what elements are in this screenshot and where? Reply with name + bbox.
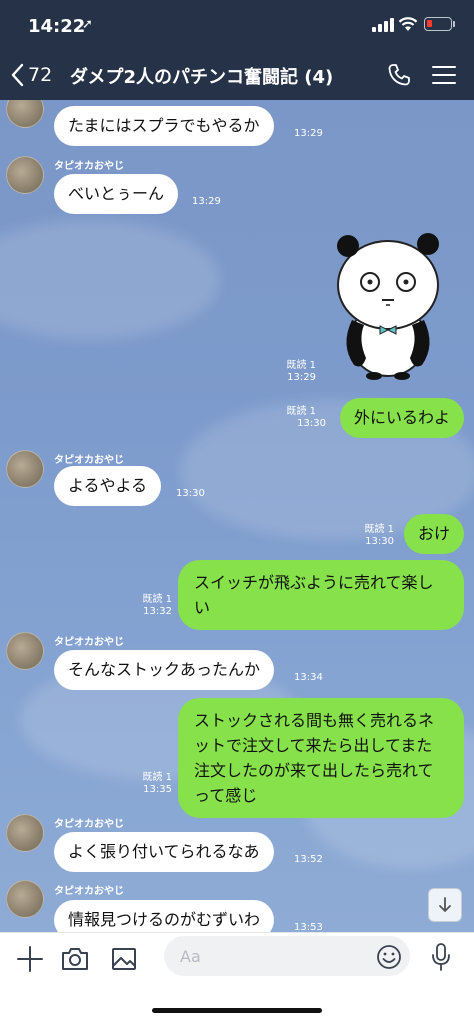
message-bubble[interactable]: よるやよる	[54, 466, 162, 506]
message-time: 13:30	[297, 418, 326, 429]
read-receipt: 既読 1	[142, 594, 172, 605]
message-bubble[interactable]: よく張り付いてられるなあ	[54, 832, 274, 872]
panda-sticker[interactable]	[330, 230, 448, 380]
message-input[interactable]	[164, 936, 410, 976]
read-receipt: 既読 1	[142, 772, 172, 783]
signal-icon	[372, 18, 394, 32]
message-bubble[interactable]: おけ	[403, 514, 464, 554]
message-time: 13:32	[143, 606, 172, 617]
location-icon: ➚	[82, 17, 93, 32]
message-time: 13:53	[294, 922, 323, 932]
sender-name: タピオカおやじ	[54, 637, 124, 648]
camera-icon[interactable]	[60, 945, 90, 973]
read-receipt: 既読 1	[286, 406, 316, 417]
arrow-down-icon	[439, 897, 451, 912]
message-time: 13:35	[143, 784, 172, 795]
read-receipt: 既読 1	[364, 524, 394, 535]
avatar[interactable]	[6, 880, 44, 918]
chat-area[interactable]: たまにはスプラでもやるか 13:29 タピオカおやじ べいとぅーん 13:29 …	[0, 100, 474, 932]
message-time: 13:29	[287, 372, 316, 383]
message-bubble[interactable]: 情報見つけるのがむずいわ	[54, 900, 275, 932]
emoji-icon[interactable]	[376, 944, 402, 970]
message-time: 13:52	[294, 854, 323, 865]
avatar[interactable]	[6, 632, 44, 670]
message-time: 13:30	[176, 488, 205, 499]
message-bubble[interactable]: たまにはスプラでもやるか	[54, 106, 274, 146]
avatar[interactable]	[6, 450, 44, 488]
read-receipt: 既読 1	[286, 360, 316, 371]
message-bubble[interactable]: スイッチが飛ぶように売れて楽しい	[178, 560, 464, 630]
battery-icon	[424, 17, 452, 31]
avatar[interactable]	[6, 814, 44, 852]
message-time: 13:34	[294, 672, 323, 683]
phone-icon[interactable]	[386, 62, 412, 88]
avatar[interactable]	[6, 156, 44, 194]
menu-icon[interactable]	[432, 66, 456, 84]
message-bubble[interactable]: ストックされる間も無く売れるネットで注文して来たら出してまた注文したのが来て出し…	[178, 698, 464, 818]
chat-title[interactable]: ダメプ2人のパチンコ奮闘記 (4)	[70, 63, 333, 89]
back-button[interactable]: 72	[10, 60, 52, 90]
microphone-icon[interactable]	[430, 942, 452, 972]
message-time: 13:29	[192, 196, 221, 207]
home-indicator[interactable]	[152, 1008, 322, 1013]
scroll-to-bottom-button[interactable]	[428, 888, 462, 922]
sender-name: タピオカおやじ	[54, 161, 124, 172]
message-time: 13:30	[365, 536, 394, 547]
sender-name: タピオカおやじ	[54, 455, 124, 466]
avatar[interactable]	[6, 100, 44, 128]
chat-header: 14:22 ➚ 72 ダメプ2人のパチンコ奮闘記 (4)	[0, 0, 474, 100]
message-bubble[interactable]: そんなストックあったんか	[54, 650, 275, 690]
message-bubble[interactable]: 外にいるわよ	[339, 398, 464, 438]
message-bubble[interactable]: べいとぅーん	[54, 174, 179, 214]
sender-name: タピオカおやじ	[54, 819, 124, 830]
sender-name: タピオカおやじ	[54, 886, 124, 897]
wifi-icon	[398, 17, 418, 31]
chevron-left-icon	[11, 63, 24, 87]
plus-icon[interactable]	[16, 945, 44, 973]
message-time: 13:29	[294, 128, 323, 139]
status-time: 14:22	[28, 16, 86, 37]
unread-count: 72	[28, 64, 53, 86]
image-icon[interactable]	[110, 945, 138, 973]
